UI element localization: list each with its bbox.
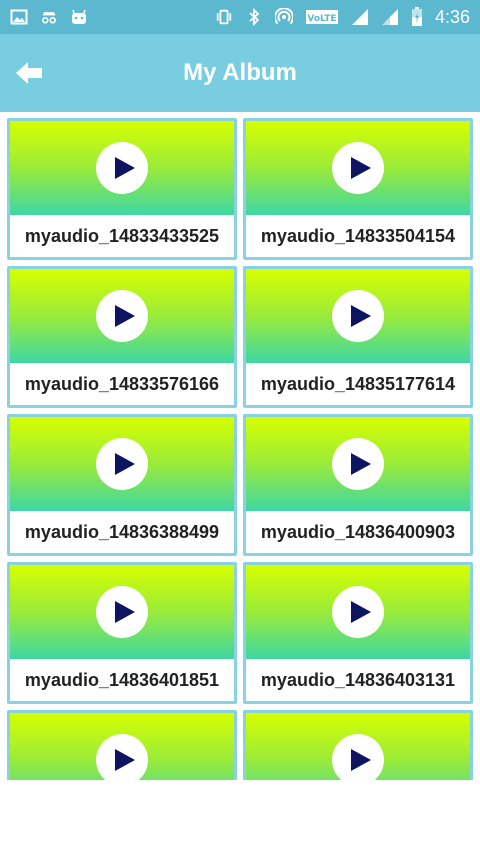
page-title: My Album	[183, 59, 297, 86]
signal-icon	[351, 8, 369, 26]
play-button[interactable]	[332, 734, 384, 780]
audio-file-name: myaudio_14835177614	[260, 373, 456, 394]
audio-thumbnail	[246, 565, 470, 659]
back-button[interactable]	[12, 56, 46, 90]
play-button[interactable]	[332, 438, 384, 490]
audio-thumbnail	[10, 121, 234, 215]
back-arrow-icon	[14, 60, 44, 86]
android-icon	[70, 8, 88, 26]
play-icon	[350, 453, 371, 475]
app-screen: VoLTE 4:36 My Album myaudio_14833433525 …	[0, 0, 480, 854]
bluetooth-icon	[245, 8, 263, 26]
album-item[interactable]: myaudio_14836401851	[7, 562, 237, 704]
play-icon	[350, 601, 371, 623]
album-item[interactable]: myaudio_14833433525	[7, 118, 237, 260]
play-icon	[114, 453, 135, 475]
audio-file-name: myaudio_14833433525	[24, 225, 220, 246]
bottom-blank-area	[0, 780, 480, 854]
audio-thumbnail	[10, 417, 234, 511]
status-bar-left	[10, 8, 88, 26]
audio-file-name: myaudio_14833504154	[260, 225, 456, 246]
play-icon	[350, 749, 371, 771]
album-grid: myaudio_14833433525 myaudio_14833504154 …	[0, 118, 480, 780]
status-bar-right: VoLTE 4:36	[215, 7, 470, 28]
app-bar: My Album	[0, 34, 480, 112]
album-item[interactable]	[243, 710, 473, 780]
album-item[interactable]: myaudio_14833504154	[243, 118, 473, 260]
status-time: 4:36	[434, 6, 470, 27]
album-item[interactable]: myaudio_14833576166	[7, 266, 237, 408]
play-button[interactable]	[96, 290, 148, 342]
play-button[interactable]	[96, 734, 148, 780]
audio-thumbnail	[10, 565, 234, 659]
album-item[interactable]: myaudio_14836388499	[7, 414, 237, 556]
album-item[interactable]: myaudio_14835177614	[243, 266, 473, 408]
audio-file-name: myaudio_14833576166	[24, 373, 220, 394]
play-icon	[114, 749, 135, 771]
album-item[interactable]	[7, 710, 237, 780]
play-button[interactable]	[96, 142, 148, 194]
audio-file-name: myaudio_14836401851	[24, 669, 220, 690]
battery-icon	[411, 7, 423, 26]
album-item[interactable]: myaudio_14836400903	[243, 414, 473, 556]
play-icon	[114, 157, 135, 179]
play-button[interactable]	[332, 290, 384, 342]
play-button[interactable]	[332, 142, 384, 194]
play-button[interactable]	[96, 586, 148, 638]
audio-thumbnail	[10, 269, 234, 363]
audio-thumbnail	[246, 121, 470, 215]
play-button[interactable]	[332, 586, 384, 638]
hotspot-icon	[274, 8, 293, 26]
play-icon	[114, 601, 135, 623]
vibrate-icon	[215, 8, 233, 26]
play-icon	[114, 305, 135, 327]
status-bar: VoLTE 4:36	[0, 0, 480, 34]
audio-file-name: myaudio_14836400903	[260, 521, 456, 542]
audio-file-name: myaudio_14836403131	[260, 669, 456, 690]
image-icon	[10, 8, 28, 26]
audio-thumbnail	[246, 713, 470, 780]
play-icon	[350, 157, 371, 179]
play-button[interactable]	[96, 438, 148, 490]
audio-thumbnail	[246, 269, 470, 363]
incognito-icon	[40, 8, 58, 26]
play-icon	[350, 305, 371, 327]
audio-thumbnail	[246, 417, 470, 511]
audio-file-name: myaudio_14836388499	[24, 521, 220, 542]
volte-icon: VoLTE	[305, 8, 339, 26]
album-item[interactable]: myaudio_14836403131	[243, 562, 473, 704]
signal-icon	[381, 8, 399, 26]
audio-thumbnail	[10, 713, 234, 780]
svg-text:VoLTE: VoLTE	[307, 14, 336, 24]
